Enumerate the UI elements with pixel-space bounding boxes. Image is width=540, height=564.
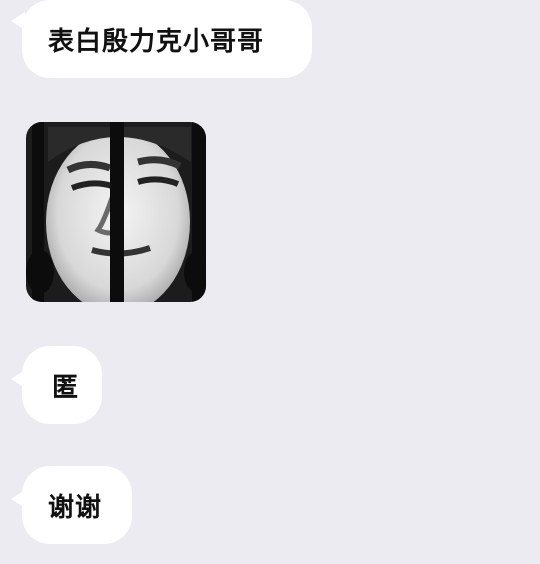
jail-bars-face-sticker-icon [26, 122, 206, 302]
chat-conversation: 表白殷力克小哥哥 匿 谢谢 [0, 0, 540, 564]
message-bubble[interactable]: 谢谢 [11, 466, 132, 544]
message-text: 表白殷力克小哥哥 [48, 26, 265, 57]
bubble-tail [11, 370, 25, 388]
sticker-message[interactable] [26, 122, 206, 302]
message-text: 匿 [52, 372, 80, 403]
message-text: 谢谢 [48, 492, 103, 523]
bubble-tail [11, 490, 25, 508]
message-bubble[interactable]: 匿 [11, 346, 102, 424]
message-bubble[interactable]: 表白殷力克小哥哥 [11, 0, 312, 78]
bubble-tail [11, 12, 25, 30]
